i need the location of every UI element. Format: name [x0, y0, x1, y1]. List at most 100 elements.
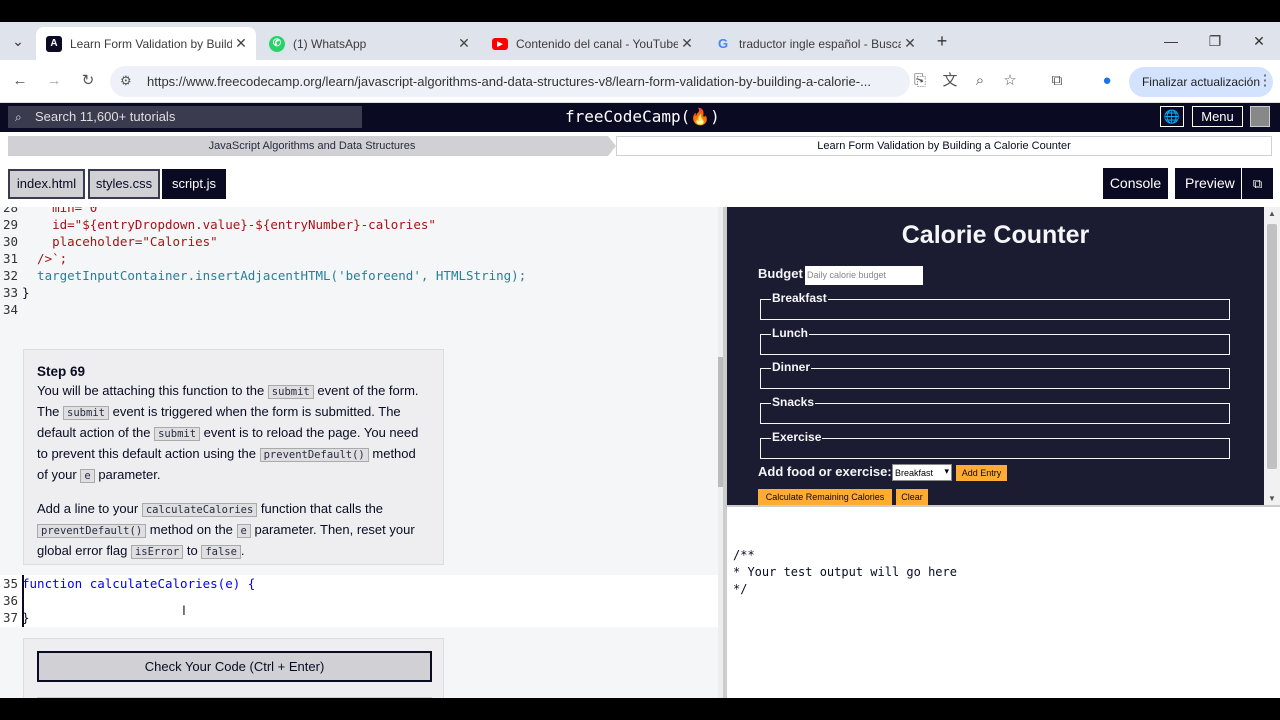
inline-code: submit	[63, 406, 109, 420]
chevron-down-icon: ▾	[944, 466, 949, 476]
avatar[interactable]	[1250, 106, 1270, 127]
close-tab-icon[interactable]: ✕	[232, 35, 250, 52]
fcc-navbar: ⌕ Search 11,600+ tutorials freeCodeCamp(…	[0, 103, 1280, 132]
browser-tab-youtube[interactable]: ▶ Contenido del canal - YouTube ✕	[482, 27, 702, 60]
step-text: method on the	[149, 522, 233, 537]
profile-icon[interactable]: ●	[1096, 70, 1118, 92]
more-menu-icon[interactable]: ⋮	[1254, 70, 1276, 92]
legend-snacks: Snacks	[771, 395, 816, 409]
update-button[interactable]: Finalizar actualización	[1129, 67, 1273, 97]
inline-code: submit	[267, 385, 314, 399]
code-text: }	[22, 285, 30, 300]
tab-index-html[interactable]: index.html	[8, 169, 85, 199]
translate-icon[interactable]: 文	[939, 70, 961, 92]
preview-scrollbar-thumb[interactable]	[1267, 224, 1277, 469]
fieldset-snacks	[760, 403, 1230, 424]
check-code-button[interactable]: Check Your Code (Ctrl + Enter)	[37, 651, 432, 682]
freecodecamp-icon: A	[46, 35, 62, 52]
extensions-icon[interactable]: ⧉	[1046, 70, 1068, 92]
popout-icon[interactable]: ⧉	[1241, 168, 1273, 199]
editable-region-marker	[22, 575, 24, 627]
browser-tab-google[interactable]: G traductor ingle español - Busca ✕	[705, 27, 925, 60]
preview-label: Preview	[1185, 175, 1235, 191]
budget-label: Budget	[758, 266, 803, 281]
code-line: 34	[0, 301, 723, 318]
google-icon: G	[717, 36, 729, 51]
zoom-icon[interactable]: ⌕	[969, 70, 991, 92]
browser-tab-whatsapp[interactable]: ✆ (1) WhatsApp ✕	[259, 27, 479, 60]
inline-code: e	[236, 524, 251, 538]
legend-exercise: Exercise	[771, 430, 823, 444]
inline-code: preventDefault()	[259, 448, 369, 462]
line-number: 34	[2, 302, 18, 317]
step-text: to	[186, 543, 198, 558]
clear-button[interactable]: Clear	[896, 489, 928, 505]
step-description: Step 69 You will be attaching this funct…	[23, 349, 444, 565]
line-number: 30	[2, 234, 18, 249]
inline-code: e	[80, 469, 95, 483]
install-app-icon[interactable]: ⎘	[909, 70, 931, 92]
inline-code: calculateCalories	[141, 503, 258, 517]
close-tab-icon[interactable]: ✕	[901, 35, 919, 52]
close-tab-icon[interactable]: ✕	[455, 35, 473, 52]
fieldset-lunch	[760, 334, 1230, 355]
preview-title: Calorie Counter	[901, 221, 1090, 249]
code-line: 37}	[0, 609, 723, 626]
back-icon[interactable]: ←	[9, 70, 31, 92]
scroll-up-icon[interactable]: ▲	[1268, 209, 1276, 218]
fieldset-breakfast	[760, 299, 1230, 320]
breadcrumb-superblock[interactable]: JavaScript Algorithms and Data Structure…	[8, 136, 616, 156]
add-entry-button[interactable]: Add Entry	[956, 465, 1007, 481]
line-number: 31	[2, 251, 18, 266]
search-input[interactable]: ⌕ Search 11,600+ tutorials	[8, 106, 362, 128]
scroll-down-icon[interactable]: ▼	[1268, 494, 1276, 503]
preview-button[interactable]: Preview ⧉	[1175, 168, 1273, 199]
site-info-icon[interactable]: ⚙	[120, 73, 132, 89]
new-tab-icon[interactable]: +	[931, 30, 953, 52]
reload-icon[interactable]: ↻	[77, 70, 99, 92]
legend-lunch: Lunch	[771, 326, 809, 340]
address-bar[interactable]: ⚙ https://www.freecodecamp.org/learn/jav…	[110, 66, 910, 97]
minimize-icon[interactable]: —	[1160, 30, 1182, 52]
code-editor[interactable]: 28 min="0" 29 id="${entryDropdown.value}…	[0, 207, 723, 698]
browser-tab-freecodecamp[interactable]: A Learn Form Validation by Buildi ✕	[36, 27, 256, 60]
entry-dropdown[interactable]: Breakfast ▾	[892, 464, 952, 481]
check-panel: Check Your Code (Ctrl + Enter)	[23, 638, 444, 698]
console-button[interactable]: Console	[1103, 168, 1168, 199]
forward-icon[interactable]: →	[43, 70, 65, 92]
code-line: 31 />`;	[0, 250, 723, 267]
legend-dinner: Dinner	[771, 360, 812, 374]
code-line: 30 placeholder="Calories"	[0, 233, 723, 250]
line-number: 28	[2, 207, 18, 215]
line-number: 32	[2, 268, 18, 283]
restore-icon[interactable]: ❐	[1204, 30, 1226, 52]
menu-button[interactable]: Menu	[1192, 106, 1243, 127]
step-text: function that calls the	[260, 501, 384, 516]
breadcrumb-block[interactable]: Learn Form Validation by Building a Calo…	[616, 136, 1272, 156]
tab-search-chevron-icon[interactable]: ⌄	[7, 30, 29, 52]
code-line: 29 id="${entryDropdown.value}-${entryNum…	[0, 216, 723, 233]
step-text: .	[240, 543, 245, 558]
language-globe-icon[interactable]: 🌐	[1160, 106, 1184, 127]
tab-title: Learn Form Validation by Buildi	[70, 36, 232, 51]
breadcrumb: JavaScript Algorithms and Data Structure…	[0, 136, 1280, 156]
line-number: 35	[2, 576, 18, 591]
tab-script-js[interactable]: script.js	[162, 169, 226, 199]
step-paragraph-2: Add a line to your calculateCalories fun…	[37, 499, 430, 562]
tab-styles-css[interactable]: styles.css	[88, 169, 160, 199]
code-text: placeholder="Calories"	[22, 234, 218, 249]
budget-input[interactable]: Daily calorie budget	[805, 266, 923, 285]
fcc-logo[interactable]: freeCodeCamp(🔥)	[565, 107, 720, 126]
calculate-button[interactable]: Calculate Remaining Calories	[758, 489, 892, 505]
inline-code: preventDefault()	[37, 524, 147, 538]
tab-title: (1) WhatsApp	[293, 36, 367, 51]
tab-strip: ⌄ A Learn Form Validation by Buildi ✕ ✆ …	[0, 22, 1280, 60]
output-line: * Your test output will go here	[733, 565, 957, 579]
fieldset-dinner	[760, 368, 1230, 389]
close-window-icon[interactable]: ✕	[1248, 30, 1270, 52]
output-line: /**	[733, 548, 755, 562]
close-tab-icon[interactable]: ✕	[678, 35, 696, 52]
inline-code: isError	[130, 545, 184, 559]
bookmark-star-icon[interactable]: ☆	[999, 70, 1021, 92]
preview-pane: Calorie Counter Budget Daily calorie bud…	[727, 207, 1264, 505]
